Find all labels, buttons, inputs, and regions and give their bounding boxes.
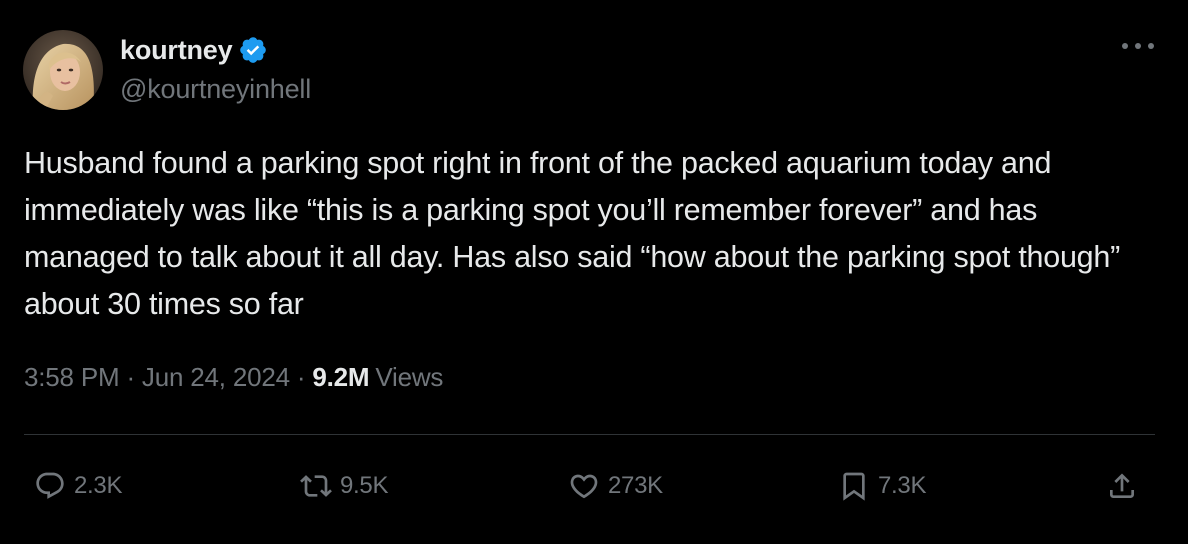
tweet-time[interactable]: 3:58 PM [24,362,120,393]
reply-button[interactable]: 2.3K [34,462,122,510]
bookmark-icon [843,472,865,501]
repost-button[interactable]: 9.5K [300,462,388,510]
reply-count: 2.3K [74,472,123,499]
more-horizontal-icon[interactable] [1122,36,1154,56]
meta-separator: · [296,362,306,392]
tweet-text: Husband found a parking spot right in fr… [24,146,1121,321]
reply-icon [36,472,64,499]
action-bar: 2.3K 9.5K 273K 7.3K [0,462,1188,510]
heart-icon [570,474,598,499]
share-button[interactable] [1106,462,1138,510]
tweet-date[interactable]: Jun 24, 2024 [142,362,290,393]
like-button[interactable]: 273K [568,462,663,510]
verified-badge-icon[interactable] [238,35,268,65]
meta-separator: · [126,362,135,392]
tweet-metadata: 3:58 PM · Jun 24, 2024 · 9.2M Views [24,362,443,393]
views-count[interactable]: 9.2M [312,362,369,393]
share-icon [1110,473,1134,498]
bookmark-button[interactable]: 7.3K [838,462,926,510]
views-label: Views [375,362,444,392]
avatar[interactable] [23,30,103,110]
author-name-row: kourtney [120,32,268,68]
tweet-card: kourtney @kourtneyinhell Husband found a… [0,0,1188,544]
more-dot [1122,43,1128,49]
like-count: 273K [608,472,663,499]
more-dot [1135,43,1141,49]
bookmark-count: 7.3K [878,472,927,499]
more-dot [1148,43,1154,49]
repost-count: 9.5K [340,472,389,499]
divider [24,434,1155,435]
author-handle[interactable]: @kourtneyinhell [120,74,311,105]
avatar-image [23,30,103,110]
author-display-name[interactable]: kourtney [120,35,233,66]
repost-icon [300,475,332,497]
